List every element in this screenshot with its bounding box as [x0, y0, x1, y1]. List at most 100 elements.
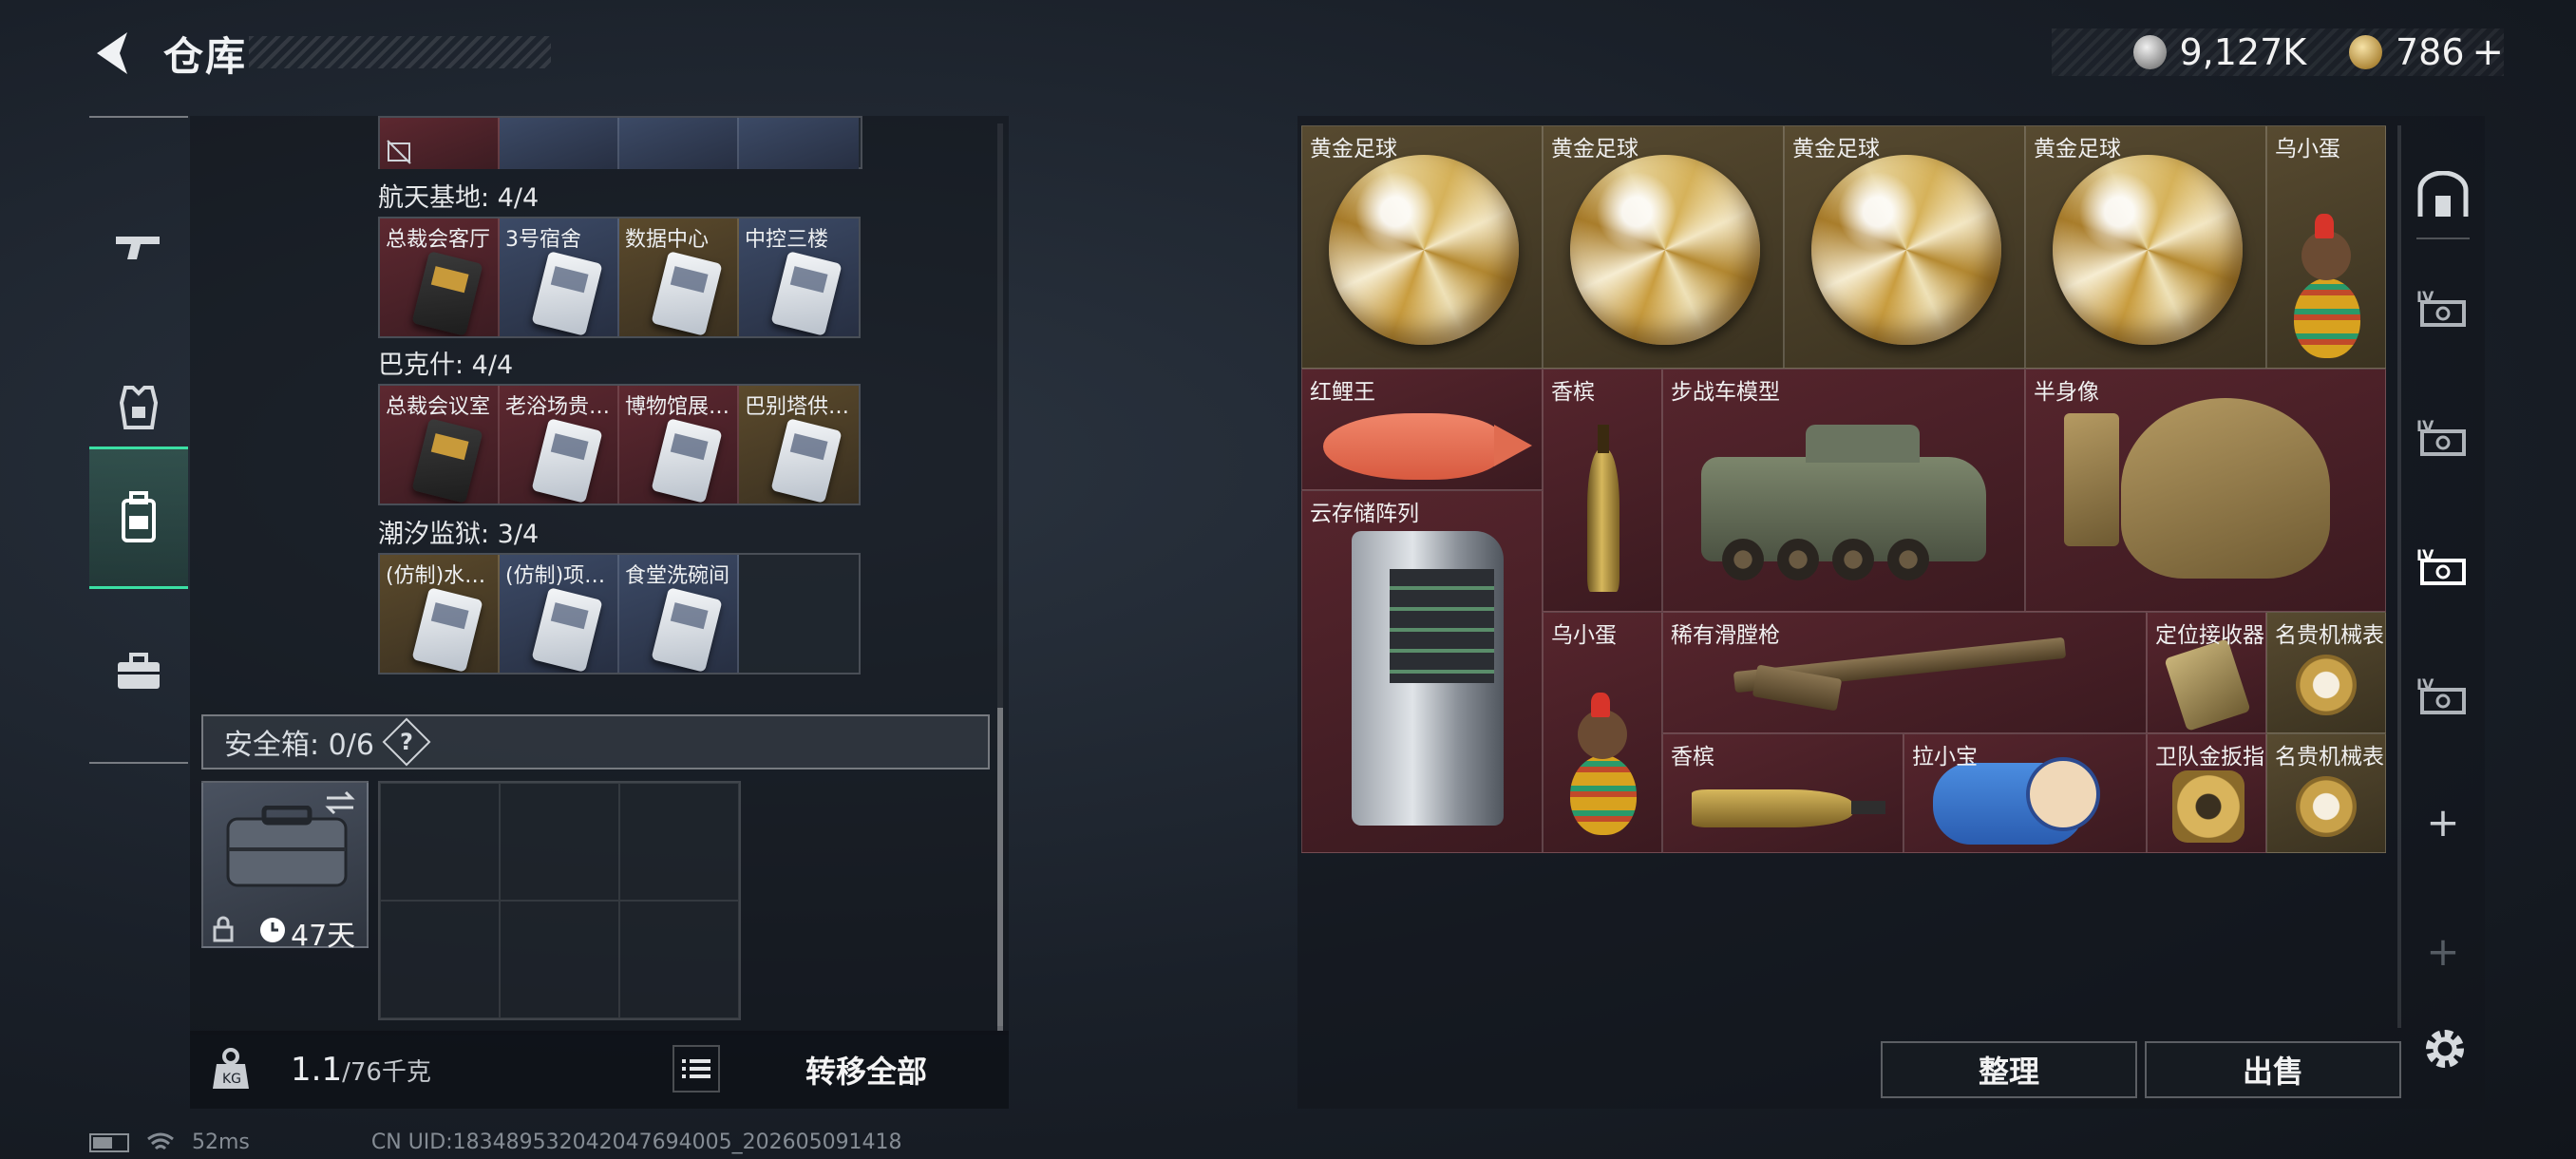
storage-array-icon — [1352, 531, 1504, 826]
item-name: 黄金足球 — [1551, 137, 1638, 162]
stash-item[interactable]: 乌小蛋 — [1543, 612, 1662, 853]
nav-items[interactable] — [89, 600, 188, 743]
stash-item[interactable]: 黄金足球 — [2025, 125, 2266, 369]
keycard-group-label: 潮汐监狱: 3/4 — [378, 520, 540, 549]
keycard-name: 中控三楼 — [745, 228, 829, 252]
ping-value: 52ms — [192, 1130, 250, 1154]
gold-football-icon — [1570, 155, 1760, 345]
stash-item[interactable]: 云存储阵列 — [1301, 490, 1543, 853]
item-name: 香槟 — [1671, 745, 1714, 770]
safe-slot[interactable] — [500, 901, 619, 1018]
keycard-item[interactable]: 总裁会议室 — [380, 386, 500, 504]
safe-slot[interactable] — [380, 901, 500, 1018]
status-bar: 52ms CN UID:18348953204204769​4005_20260… — [89, 1130, 902, 1154]
safe-slot[interactable] — [619, 901, 739, 1018]
stash-tab-iv[interactable]: IV — [2403, 256, 2483, 361]
stash-item[interactable]: 卫队金扳指 — [2147, 733, 2266, 853]
inventory-scroll-thumb[interactable] — [997, 708, 1003, 1031]
stash-item[interactable]: 定位接收器 — [2147, 612, 2266, 733]
keycard-item[interactable]: 老浴场贵… — [500, 386, 619, 504]
ring-icon — [2172, 770, 2245, 843]
keycard-item[interactable]: (仿制)水… — [380, 555, 500, 673]
stash-item[interactable]: 红鲤王 — [1301, 369, 1543, 490]
safe-case-image — [226, 806, 348, 887]
sell-button[interactable]: 出售 — [2145, 1041, 2401, 1098]
stash-item[interactable]: 拉小宝 — [1904, 733, 2147, 853]
keycard-name: 3号宿舍 — [505, 228, 581, 252]
monkey-figure-icon — [1578, 693, 1627, 759]
item-name: 卫队金扳指 — [2155, 745, 2264, 770]
keycard-name: (仿制)项… — [505, 564, 606, 588]
keycard-group-label: 巴克什: 4/4 — [378, 351, 514, 380]
transfer-all-button[interactable]: 转移全部 — [733, 1041, 999, 1098]
keycard-item[interactable]: 总裁会客厅 — [380, 218, 500, 336]
keycard-item[interactable]: 中控三楼 — [739, 218, 859, 336]
keycard-icon — [531, 418, 603, 504]
keycard-slot[interactable] — [739, 118, 859, 169]
nav-weapons[interactable] — [89, 175, 188, 317]
list-view-button[interactable] — [672, 1045, 720, 1092]
stash-item[interactable]: 黄金足球 — [1543, 125, 1784, 369]
keycard-name: 数据中心 — [625, 228, 710, 252]
stash-item[interactable]: 黄金足球 — [1301, 125, 1543, 369]
stash-item[interactable]: 半身像 — [2025, 369, 2386, 612]
back-button[interactable] — [85, 27, 142, 80]
keycard-item[interactable]: 数据中心 — [619, 218, 739, 336]
briefcase-icon — [118, 653, 160, 689]
keycard-item[interactable]: 博物馆展… — [619, 386, 739, 504]
gold-football-icon — [1811, 155, 2001, 345]
bust-statue-icon — [2121, 398, 2330, 579]
item-name: 步战车模型 — [1671, 380, 1780, 405]
silver-currency-value: 9,127K — [2179, 31, 2307, 73]
lock-icon — [213, 916, 234, 942]
stash-item[interactable]: 名贵机械表 — [2266, 733, 2386, 853]
keycard-slot[interactable] — [500, 118, 619, 169]
stash-item[interactable]: 步战车模型 — [1662, 369, 2025, 612]
safe-slot[interactable] — [619, 783, 739, 901]
stash-tab-iv[interactable]: IV — [2403, 644, 2483, 749]
weight-icon: KG — [207, 1045, 255, 1092]
stash-tab-main[interactable] — [2403, 142, 2483, 247]
keycard-icon — [651, 587, 723, 673]
stash-scrollbar[interactable] — [2397, 125, 2401, 1028]
back-arrow-icon — [97, 32, 127, 74]
settings-button[interactable] — [2418, 1022, 2472, 1075]
wifi-icon — [147, 1132, 174, 1150]
keycard-icon — [531, 587, 603, 673]
keycard-item[interactable]: 食堂洗碗间 — [619, 555, 739, 673]
safe-box-slots — [378, 781, 741, 1020]
stash-tab-iv-active[interactable]: IV — [2403, 515, 2483, 619]
stash-item[interactable]: 黄金足球 — [1784, 125, 2025, 369]
sort-button[interactable]: 整理 — [1881, 1041, 2137, 1098]
keycard-item[interactable]: 3号宿舍 — [500, 218, 619, 336]
keycard-slot[interactable] — [380, 118, 500, 169]
add-currency-button[interactable]: + — [2472, 30, 2505, 74]
item-name: 黄金足球 — [1792, 137, 1880, 162]
stash-item[interactable]: 乌小蛋 — [2266, 125, 2386, 369]
nav-storage[interactable] — [89, 446, 188, 589]
clock-icon — [260, 918, 285, 942]
gold-football-icon — [2053, 155, 2243, 345]
keycard-item[interactable]: 巴别塔供… — [739, 386, 859, 504]
safe-box-item[interactable]: 47天 — [201, 781, 369, 953]
safe-slot[interactable] — [380, 783, 500, 901]
stash-tab-iv[interactable]: IV — [2403, 386, 2483, 490]
safe-slot[interactable] — [500, 783, 619, 901]
keycard-name: 总裁会议室 — [386, 395, 491, 419]
stash-item[interactable]: 稀有滑膛枪 — [1662, 612, 2147, 733]
safe-box-label: 安全箱: 0/6 — [224, 729, 374, 762]
gear-icon — [2426, 1030, 2464, 1068]
keycard-slot[interactable] — [619, 118, 739, 169]
egg-icon — [1570, 755, 1637, 835]
stash-item[interactable]: 香槟 — [1662, 733, 1904, 853]
item-name: 香槟 — [1551, 380, 1595, 405]
keycard-item[interactable]: (仿制)项… — [500, 555, 619, 673]
keycard-empty-slot — [739, 555, 859, 673]
help-button[interactable]: ? — [382, 717, 431, 767]
item-name: 半身像 — [2034, 380, 2099, 405]
stash-item[interactable]: 香槟 — [1543, 369, 1662, 612]
add-stash-tab-button[interactable]: + — [2403, 770, 2483, 874]
item-name: 乌小蛋 — [1551, 623, 1617, 648]
help-icon: ? — [399, 728, 413, 755]
stash-item[interactable]: 名贵机械表 — [2266, 612, 2386, 733]
